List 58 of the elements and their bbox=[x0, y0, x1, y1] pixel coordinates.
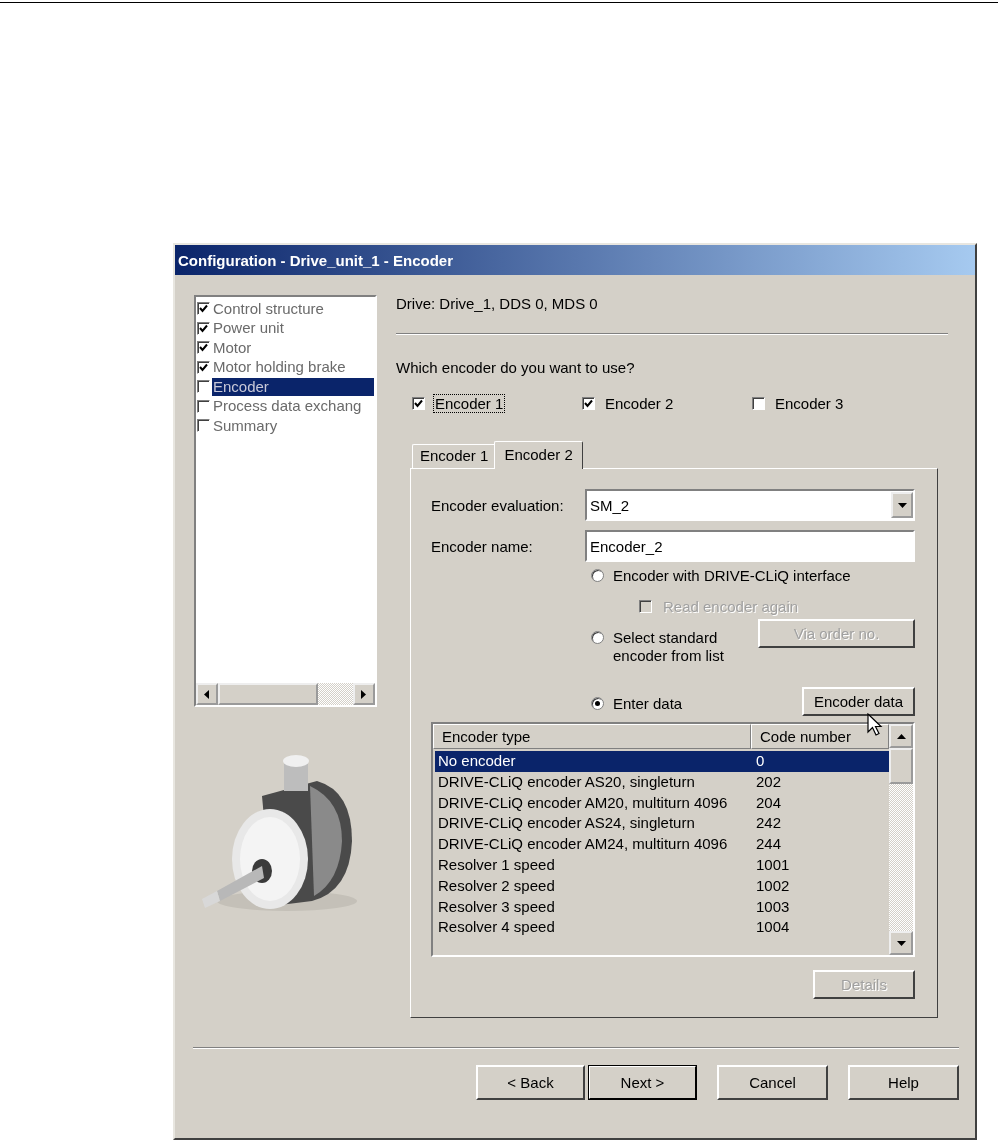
table-row[interactable]: DRIVE-CLiQ encoder AS24, singleturn 242 bbox=[435, 813, 889, 835]
checkbox-label[interactable]: Encoder 1 bbox=[433, 393, 506, 413]
checkbox[interactable] bbox=[197, 380, 210, 394]
radio-button[interactable] bbox=[591, 697, 604, 710]
table-row[interactable]: No encoder 0 bbox=[435, 751, 889, 772]
question-text: Which encoder do you want to use? bbox=[396, 359, 636, 377]
column-header[interactable]: Encoder type bbox=[433, 724, 751, 749]
tab[interactable]: Encoder 2 bbox=[494, 441, 583, 469]
dropdown-field[interactable]: SM_2 bbox=[585, 489, 915, 521]
table-row[interactable]: Resolver 2 speed 1002 bbox=[435, 875, 889, 897]
step-item[interactable]: Motor holding brake bbox=[212, 358, 347, 377]
checkbox[interactable] bbox=[197, 360, 210, 374]
up-arrow-icon bbox=[896, 733, 906, 739]
dropdown-arrow-icon bbox=[897, 502, 907, 508]
field-label: Encoder name: bbox=[431, 537, 534, 555]
checkbox[interactable] bbox=[752, 396, 765, 410]
cursor-icon bbox=[867, 713, 883, 737]
scroll-thumb[interactable] bbox=[889, 748, 913, 784]
checkbox[interactable] bbox=[197, 321, 210, 335]
text-field[interactable]: Encoder_2 bbox=[585, 530, 915, 562]
radio-button[interactable] bbox=[591, 631, 604, 644]
window-title: Configuration - Drive_unit_1 - Encoder bbox=[178, 251, 454, 269]
radio-label[interactable]: Enter data bbox=[613, 695, 683, 713]
checkbox-label[interactable]: Encoder 3 bbox=[773, 393, 846, 413]
drive-info: Drive: Drive_1, DDS 0, MDS 0 bbox=[396, 295, 599, 313]
step-item[interactable]: Power unit bbox=[212, 319, 285, 338]
step-item[interactable]: Motor bbox=[212, 338, 253, 357]
dialog-button[interactable]: < Back bbox=[476, 1065, 585, 1100]
scroll-thumb[interactable] bbox=[218, 683, 318, 705]
horizontal-scrollbar[interactable] bbox=[196, 683, 375, 705]
vertical-scrollbar[interactable] bbox=[889, 724, 913, 955]
dialog-button[interactable]: Next > bbox=[588, 1065, 697, 1100]
table-row[interactable]: Resolver 3 speed 1003 bbox=[435, 896, 889, 918]
down-arrow-icon bbox=[896, 940, 906, 946]
table-row[interactable]: DRIVE-CLiQ encoder AM24, multiturn 4096 244 bbox=[435, 834, 889, 855]
step-item[interactable]: Control structure bbox=[212, 299, 325, 318]
table-row[interactable]: DRIVE-CLiQ encoder AS20, singleturn 202 bbox=[435, 771, 889, 793]
dialog-button[interactable]: Cancel bbox=[717, 1065, 828, 1100]
step-item[interactable]: Process data exchang bbox=[212, 397, 363, 416]
table-row[interactable]: DRIVE-CLiQ encoder AM20, multiturn 4096 204 bbox=[435, 792, 889, 814]
checkbox[interactable] bbox=[197, 341, 210, 355]
dialog-button[interactable]: Help bbox=[848, 1065, 959, 1100]
step-item[interactable]: Summary bbox=[212, 416, 279, 435]
option-button[interactable]: Encoder data bbox=[802, 687, 915, 716]
radio-label[interactable]: Select standard encoder from list bbox=[613, 629, 751, 665]
field-label: Encoder evaluation: bbox=[431, 496, 565, 514]
right-arrow-icon bbox=[361, 689, 367, 699]
step-item[interactable]: Encoder bbox=[212, 377, 374, 396]
left-arrow-icon bbox=[204, 689, 210, 699]
radio-label[interactable]: Encoder with DRIVE-CLiQ interface bbox=[613, 567, 851, 585]
checkbox-label[interactable]: Encoder 2 bbox=[603, 393, 676, 413]
checkbox[interactable] bbox=[412, 396, 425, 410]
checkbox[interactable] bbox=[197, 302, 210, 316]
table-row[interactable]: Resolver 4 speed 1004 bbox=[435, 917, 889, 939]
radio-button[interactable] bbox=[591, 569, 604, 582]
table-row[interactable]: Resolver 1 speed 1001 bbox=[435, 855, 889, 876]
column-header[interactable]: Code number bbox=[751, 724, 889, 749]
checkbox[interactable] bbox=[582, 396, 595, 410]
